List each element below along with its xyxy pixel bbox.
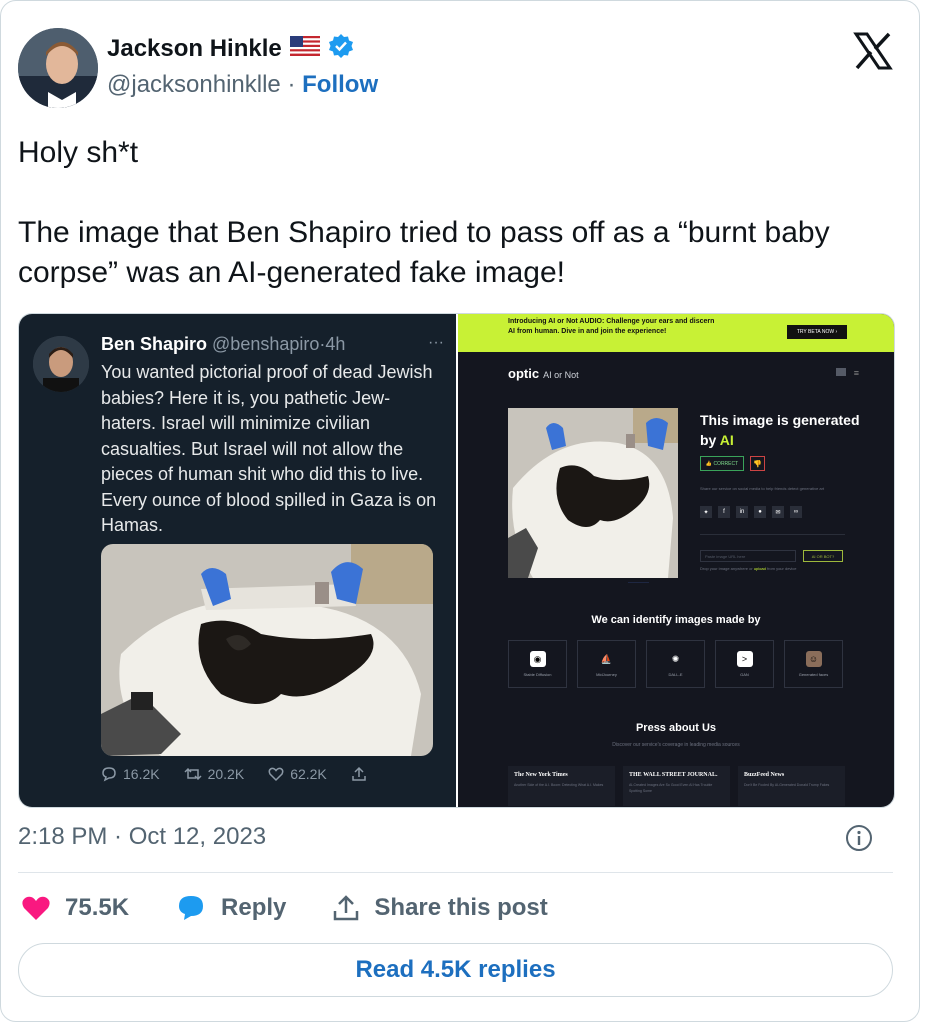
press-card-buzzfeed: BuzzFeed News Don't Be Fooled By AI-Gene… [738, 766, 845, 806]
face-icon: ☺ [805, 651, 822, 667]
like-button[interactable]: 75.5K [21, 894, 129, 922]
link-icon: ∞ [790, 506, 802, 518]
more-options-icon: ··· [428, 334, 444, 351]
action-bar: 75.5K Reply Share this post [21, 893, 594, 923]
openai-icon: ✺ [671, 653, 680, 664]
shapiro-handle: @benshapiro [212, 334, 320, 354]
optic-logo: optic [508, 366, 540, 381]
generator-midjourney: ⛵ MidJourney [577, 640, 636, 688]
press-title: Press about Us [635, 722, 717, 734]
generator-dalle: ✺ DALL-E [646, 640, 705, 688]
generator-list: ◉ Stable Diffusion ⛵ MidJourney ✺ DALL-E… [508, 640, 843, 688]
reply-button[interactable]: Reply [175, 893, 286, 923]
result-divider [700, 534, 845, 535]
optic-banner: Introducing AI or Not AUDIO: Challenge y… [458, 314, 894, 352]
reply-icon [102, 767, 116, 782]
verified-badge-icon [328, 33, 354, 64]
share-button[interactable]: Share this post [332, 894, 548, 922]
identify-title: We can identify images made by [591, 614, 761, 626]
optic-logo-sub: AI or Not [543, 370, 579, 380]
tweet-media[interactable]: Ben Shapiro @benshapiro·4h ··· You wante… [18, 313, 895, 808]
burnt-object-photo [101, 544, 433, 756]
email-icon: ✉ [772, 506, 784, 518]
author-handle[interactable]: @jacksonhinklle [107, 71, 281, 98]
retweet-icon [184, 767, 202, 781]
tweet-card: Jackson Hinkle @jacksonhinklle · Follow [0, 0, 920, 1022]
share-icons: ✦ f in ● ✉ ∞ [700, 506, 802, 518]
post-timestamp[interactable]: 2:18 PM · Oct 12, 2023 [18, 823, 266, 851]
shapiro-age: 4h [325, 334, 346, 354]
heart-icon [22, 896, 50, 920]
reply-label: Reply [221, 894, 287, 921]
tweet-text: Holy sh*t The image that Ben Shapiro tri… [18, 133, 898, 293]
us-flag-icon [289, 36, 320, 61]
action-separator [18, 872, 893, 873]
separator-dot: · [287, 71, 303, 98]
reddit-icon: ● [754, 506, 766, 518]
retweet-count: 20.2K [207, 766, 245, 782]
tweet-line-2: The image that Ben Shapiro tried to pass… [18, 216, 830, 289]
midjourney-icon: ⛵ [600, 653, 613, 664]
photo-caption: ――――――― [628, 580, 649, 584]
gan-icon: > [736, 651, 753, 667]
optic-nav: optic AI or Not [508, 366, 579, 381]
reply-stat: 16.2K [101, 766, 160, 782]
ai-or-bot-button: AI OR BOT? [803, 550, 843, 562]
reply-bubble-icon [179, 896, 204, 920]
tweet-line-1: Holy sh*t [18, 136, 139, 169]
result-ai: AI [719, 432, 734, 448]
shapiro-tweet-text: You wanted pictorial proof of dead Jewis… [101, 362, 437, 535]
language-icon [836, 368, 846, 376]
press-card-wsj: THE WALL STREET JOURNAL. AI-Created Imag… [623, 766, 730, 806]
drop-text: Drop your image anywhere or upload from … [700, 566, 797, 571]
author-handle-row: @jacksonhinklle · Follow [107, 71, 378, 99]
info-icon[interactable] [845, 824, 873, 852]
author-name[interactable]: Jackson Hinkle [107, 35, 282, 63]
menu-icon: ≡ [853, 368, 859, 378]
url-input: Paste image URL here [700, 550, 796, 562]
linkedin-icon: in [736, 506, 748, 518]
follow-button[interactable]: Follow [302, 71, 378, 98]
analyzed-photo [508, 408, 678, 578]
result-title: This image is generated by AI [700, 410, 860, 450]
try-beta-button: TRY BETA NOW › [787, 325, 847, 339]
incorrect-button: 👎 [750, 456, 765, 471]
media-left-screenshot[interactable]: Ben Shapiro @benshapiro·4h ··· You wante… [19, 314, 456, 807]
correct-button: 👍 CORRECT [700, 456, 744, 471]
share-stat [351, 766, 367, 782]
generator-stable-diffusion: ◉ Stable Diffusion [508, 640, 567, 688]
like-stat: 62.2K [268, 766, 327, 782]
facebook-icon: f [718, 506, 730, 518]
banner-text: Introducing AI or Not AUDIO: Challenge y… [508, 318, 715, 335]
reply-count: 16.2K [123, 766, 160, 782]
press-card-nyt: The New York Times Another Side of the A… [508, 766, 615, 806]
generator-faces: ☺ Generated faces [784, 640, 843, 688]
like-count-left: 62.2K [290, 766, 327, 782]
x-logo-icon[interactable] [853, 31, 893, 71]
share-upload-icon [334, 895, 359, 921]
shapiro-avatar [33, 336, 89, 392]
like-count: 75.5K [65, 894, 130, 921]
generator-gan: > GAN [715, 640, 774, 688]
heart-outline-icon [268, 767, 284, 782]
retweet-stat: 20.2K [184, 766, 245, 782]
media-right-screenshot[interactable]: Introducing AI or Not AUDIO: Challenge y… [458, 314, 894, 807]
twitter-icon: ✦ [700, 506, 712, 518]
press-list: The New York Times Another Side of the A… [508, 766, 845, 806]
shapiro-header: Ben Shapiro @benshapiro·4h [101, 334, 345, 355]
share-icon [352, 766, 366, 781]
share-text: Share our service on social media to hel… [700, 486, 825, 491]
read-replies-button[interactable]: Read 4.5K replies [18, 943, 893, 997]
stable-diffusion-icon: ◉ [529, 651, 546, 667]
shapiro-name: Ben Shapiro [101, 334, 208, 354]
shapiro-actions: 16.2K 20.2K 62.2K [101, 766, 401, 782]
author-avatar[interactable] [18, 28, 98, 108]
share-label: Share this post [374, 894, 548, 921]
press-subtitle: Discover our service's coverage in leadi… [612, 742, 740, 748]
tweet-blank-line [18, 173, 898, 213]
